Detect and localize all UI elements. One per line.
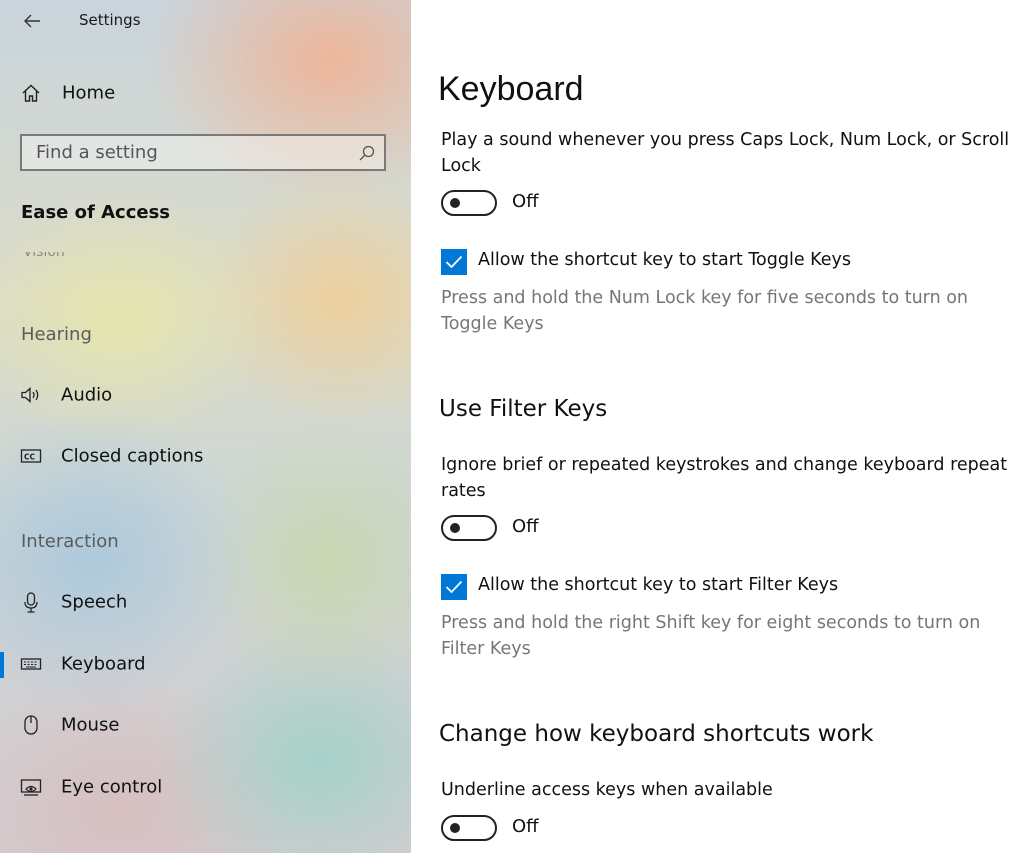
sidebar-item-label: Home — [62, 82, 116, 104]
page-title: Keyboard — [438, 70, 584, 108]
sidebar-item-label: Closed captions — [61, 445, 204, 467]
closed-captions-icon: CC — [20, 445, 42, 467]
filter-keys-toggle-row[interactable]: Off — [441, 515, 641, 541]
filter-keys-shortcut-help: Press and hold the right Shift key for e… — [441, 613, 981, 659]
microphone-icon — [20, 591, 42, 613]
toggle-state-label: Off — [512, 816, 539, 837]
toggle-keys-shortcut-checkbox-row[interactable]: Allow the shortcut key to start Toggle K… — [441, 249, 1021, 275]
sidebar-item-label: Audio — [61, 384, 113, 406]
keyboard-icon — [20, 653, 42, 675]
toggle-knob — [450, 823, 460, 833]
toggle-state-label: Off — [512, 191, 539, 212]
app-title: Settings — [79, 11, 141, 29]
toggle-knob — [450, 523, 460, 533]
underline-access-keys-toggle-row[interactable]: Off — [441, 815, 641, 841]
sidebar-item-label: Speech — [61, 591, 128, 613]
toggle-state-label: Off — [512, 516, 539, 537]
main-content: Keyboard Play a sound whenever you press… — [411, 0, 1024, 853]
checkmark-icon — [445, 255, 463, 269]
svg-text:CC: CC — [24, 453, 36, 462]
speaker-icon — [20, 384, 42, 406]
sidebar-scrolled-item: Vision — [23, 252, 73, 258]
settings-window: Settings Home Ease of Access Vision Hear… — [0, 0, 1024, 853]
filter-keys-shortcut-checkbox-row[interactable]: Allow the shortcut key to start Filter K… — [441, 574, 1021, 600]
title-bar: Settings — [0, 0, 411, 42]
checkbox-label: Allow the shortcut key to start Filter K… — [478, 575, 839, 595]
sidebar-item-label: Keyboard — [61, 653, 146, 675]
underline-access-keys-switch[interactable] — [441, 815, 497, 841]
filter-keys-shortcut-checkbox[interactable] — [441, 574, 467, 600]
toggle-keys-shortcut-checkbox[interactable] — [441, 249, 467, 275]
eye-control-icon — [20, 776, 42, 798]
sidebar-item-eye-control[interactable]: Eye control — [0, 765, 411, 809]
toggle-keys-description: Play a sound whenever you press Caps Loc… — [441, 130, 1010, 176]
sidebar-item-label: Eye control — [61, 776, 163, 798]
section-hearing: Hearing — [21, 324, 92, 345]
checkmark-icon — [445, 580, 463, 594]
sidebar-item-closed-captions[interactable]: CC Closed captions — [0, 434, 411, 478]
sidebar-item-speech[interactable]: Speech — [0, 580, 411, 624]
filter-keys-description: Ignore brief or repeated keystrokes and … — [441, 455, 1008, 501]
sidebar-item-label: Mouse — [61, 714, 120, 736]
toggle-keys-shortcut-help: Press and hold the Num Lock key for five… — [441, 288, 969, 334]
search-input[interactable] — [36, 136, 356, 169]
back-arrow-icon — [24, 14, 40, 28]
filter-keys-switch[interactable] — [441, 515, 497, 541]
sidebar: Settings Home Ease of Access Vision Hear… — [0, 0, 411, 853]
section-interaction: Interaction — [21, 531, 119, 552]
selection-indicator — [0, 652, 4, 678]
sidebar-item-mouse[interactable]: Mouse — [0, 703, 411, 747]
sidebar-item-home[interactable]: Home — [0, 71, 411, 115]
search-icon[interactable] — [358, 144, 376, 162]
toggle-knob — [450, 198, 460, 208]
toggle-keys-sound-toggle-row[interactable]: Off — [441, 190, 641, 216]
sidebar-item-keyboard[interactable]: Keyboard — [0, 642, 411, 686]
underline-access-keys-description: Underline access keys when available — [441, 780, 773, 800]
sidebar-category-title: Ease of Access — [21, 202, 171, 223]
keyboard-shortcuts-heading: Change how keyboard shortcuts work — [439, 721, 874, 747]
back-button[interactable] — [18, 8, 46, 34]
search-field[interactable] — [20, 134, 386, 171]
mouse-icon — [20, 714, 42, 736]
home-icon — [20, 82, 42, 104]
filter-keys-heading: Use Filter Keys — [439, 396, 608, 422]
toggle-keys-sound-switch[interactable] — [441, 190, 497, 216]
checkbox-label: Allow the shortcut key to start Toggle K… — [478, 250, 851, 270]
sidebar-item-audio[interactable]: Audio — [0, 373, 411, 417]
